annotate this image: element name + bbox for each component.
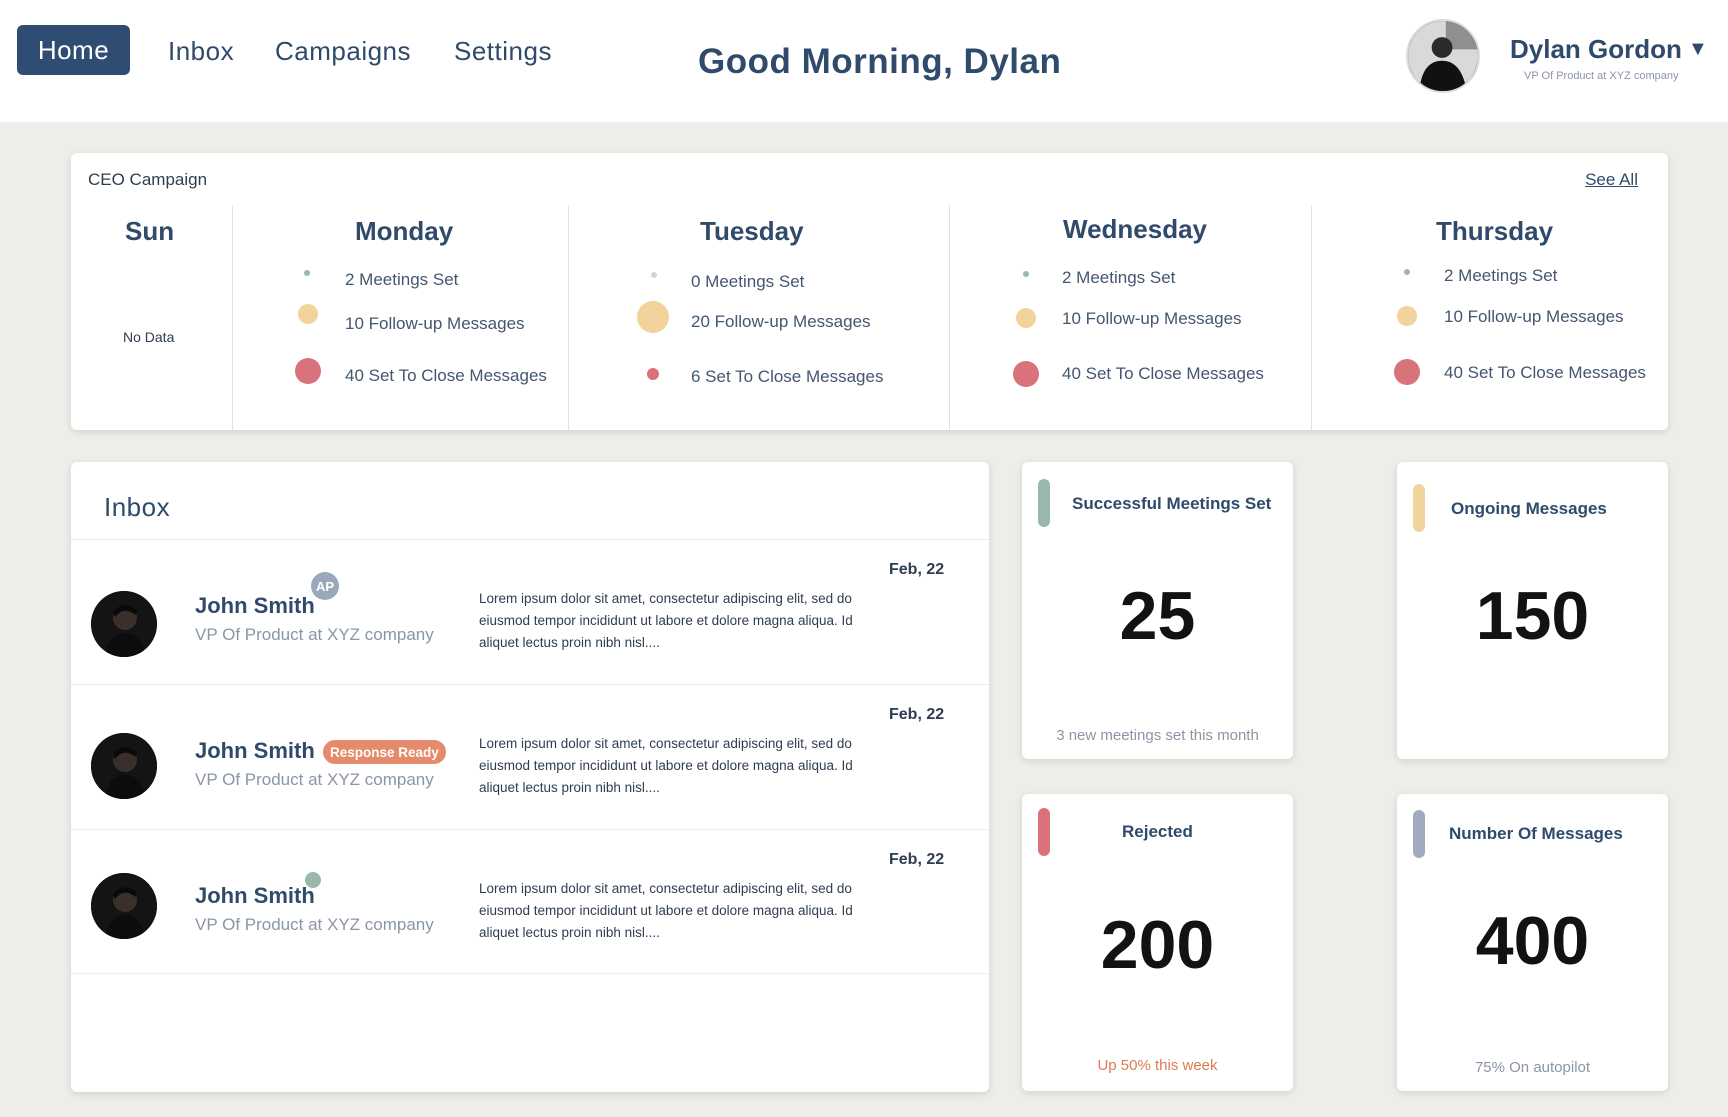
nav-campaigns-link[interactable]: Campaigns xyxy=(275,36,411,67)
contact-role: VP Of Product at XYZ company xyxy=(195,915,434,934)
response-ready-badge: Response Ready xyxy=(323,740,446,764)
message-preview: Lorem ipsum dolor sit amet, consectetur … xyxy=(479,881,853,940)
meetings-dot-icon xyxy=(304,270,310,276)
stat-value: 150 xyxy=(1475,578,1590,654)
top-bar: Home Inbox Campaigns Settings Good Morni… xyxy=(0,0,1728,122)
followup-dot-icon xyxy=(637,301,669,333)
message-preview: Lorem ipsum dolor sit amet, consectetur … xyxy=(479,736,853,795)
close-dot-icon xyxy=(295,358,321,384)
message-preview: Lorem ipsum dolor sit amet, consectetur … xyxy=(479,591,853,650)
day-monday-heading: Monday xyxy=(355,216,454,246)
online-status-icon xyxy=(305,872,321,888)
tuesday-meetings: 0 Meetings Set xyxy=(691,272,805,291)
tuesday-close: 6 Set To Close Messages xyxy=(691,367,884,386)
stat-footnote: 3 new meetings set this month xyxy=(1056,727,1259,744)
contact-name: John Smith xyxy=(195,593,315,618)
assignee-badge: AP xyxy=(311,572,339,600)
contact-avatar xyxy=(91,591,157,657)
stat-title: Number Of Messages xyxy=(1449,824,1623,843)
stat-value: 400 xyxy=(1475,903,1590,979)
followup-dot-icon xyxy=(298,304,318,324)
stat-value: 25 xyxy=(1119,578,1196,654)
campaign-card: CEO Campaign See All Sun No Data Monday … xyxy=(71,153,1668,430)
stat-title: Successful Meetings Set xyxy=(1072,494,1272,513)
contact-name: John Smith xyxy=(195,883,315,908)
thursday-meetings: 2 Meetings Set xyxy=(1444,266,1558,285)
accent-bar xyxy=(1413,810,1425,858)
stat-footnote: 75% On autopilot xyxy=(1474,1059,1591,1076)
stat-value: 200 xyxy=(1100,907,1215,983)
monday-meetings: 2 Meetings Set xyxy=(345,270,459,289)
stat-title: Rejected xyxy=(1122,822,1193,841)
day-thursday-heading: Thursday xyxy=(1436,216,1554,246)
user-photo-icon xyxy=(1408,21,1478,91)
message-date: Feb, 22 xyxy=(889,706,945,723)
wednesday-close: 40 Set To Close Messages xyxy=(1062,364,1264,383)
monday-close: 40 Set To Close Messages xyxy=(345,366,547,385)
column-divider xyxy=(232,205,233,430)
wednesday-meetings: 2 Meetings Set xyxy=(1062,268,1176,287)
user-name[interactable]: Dylan Gordon xyxy=(1510,34,1682,65)
column-divider xyxy=(949,205,950,430)
user-title: VP Of Product at XYZ company xyxy=(1524,70,1679,82)
close-dot-icon xyxy=(1394,359,1420,385)
monday-followups: 10 Follow-up Messages xyxy=(345,314,525,333)
no-data-label: No Data xyxy=(123,329,175,345)
inbox-row[interactable]: John Smith Response Ready VP Of Product … xyxy=(71,684,989,829)
message-date: Feb, 22 xyxy=(889,561,945,578)
close-dot-icon xyxy=(1013,361,1039,387)
campaign-title: CEO Campaign xyxy=(88,170,208,189)
contact-photo-icon xyxy=(91,591,157,657)
tuesday-followups: 20 Follow-up Messages xyxy=(691,312,871,331)
nav-home-button[interactable]: Home xyxy=(17,25,130,75)
accent-bar xyxy=(1038,808,1050,856)
nav-inbox-link[interactable]: Inbox xyxy=(168,36,234,67)
contact-photo-icon xyxy=(91,873,157,939)
day-wednesday-heading: Wednesday xyxy=(1063,214,1208,244)
contact-avatar xyxy=(91,733,157,799)
successful-meetings-card[interactable]: Successful Meetings Set 25 3 new meeting… xyxy=(1022,462,1293,759)
day-tuesday-heading: Tuesday xyxy=(700,216,804,246)
day-sun-heading: Sun xyxy=(125,216,175,246)
stat-footnote: Up 50% this week xyxy=(1097,1057,1218,1074)
accent-bar xyxy=(1413,484,1425,532)
meetings-dot-icon xyxy=(1023,271,1029,277)
inbox-card: Inbox John Smith AP VP Of Product at XYZ… xyxy=(71,462,989,1092)
stat-title: Ongoing Messages xyxy=(1451,499,1607,518)
number-of-messages-card[interactable]: Number Of Messages 400 75% On autopilot xyxy=(1397,794,1668,1091)
see-all-link[interactable]: See All xyxy=(1585,170,1638,190)
meetings-dot-icon xyxy=(651,272,657,278)
message-date: Feb, 22 xyxy=(889,851,945,868)
nav-settings-link[interactable]: Settings xyxy=(454,36,552,67)
contact-role: VP Of Product at XYZ company xyxy=(195,625,434,644)
wednesday-followups: 10 Follow-up Messages xyxy=(1062,309,1242,328)
inbox-row[interactable]: John Smith VP Of Product at XYZ company … xyxy=(71,829,989,974)
user-avatar[interactable] xyxy=(1406,19,1480,93)
contact-role: VP Of Product at XYZ company xyxy=(195,770,434,789)
followup-dot-icon xyxy=(1016,308,1036,328)
column-divider xyxy=(568,205,569,430)
chevron-down-icon[interactable]: ▼ xyxy=(1688,38,1708,61)
inbox-title: Inbox xyxy=(104,492,171,522)
column-divider xyxy=(1311,205,1312,430)
contact-avatar xyxy=(91,873,157,939)
greeting-heading: Good Morning, Dylan xyxy=(698,42,1062,81)
inbox-row[interactable]: John Smith AP VP Of Product at XYZ compa… xyxy=(71,539,989,684)
close-dot-icon xyxy=(647,368,659,380)
contact-name: John Smith xyxy=(195,738,315,763)
thursday-followups: 10 Follow-up Messages xyxy=(1444,307,1624,326)
followup-dot-icon xyxy=(1397,306,1417,326)
contact-photo-icon xyxy=(91,733,157,799)
thursday-close: 40 Set To Close Messages xyxy=(1444,363,1646,382)
ongoing-messages-card[interactable]: Ongoing Messages 150 xyxy=(1397,462,1668,759)
rejected-card[interactable]: Rejected 200 Up 50% this week xyxy=(1022,794,1293,1091)
accent-bar xyxy=(1038,479,1050,527)
meetings-dot-icon xyxy=(1404,269,1410,275)
